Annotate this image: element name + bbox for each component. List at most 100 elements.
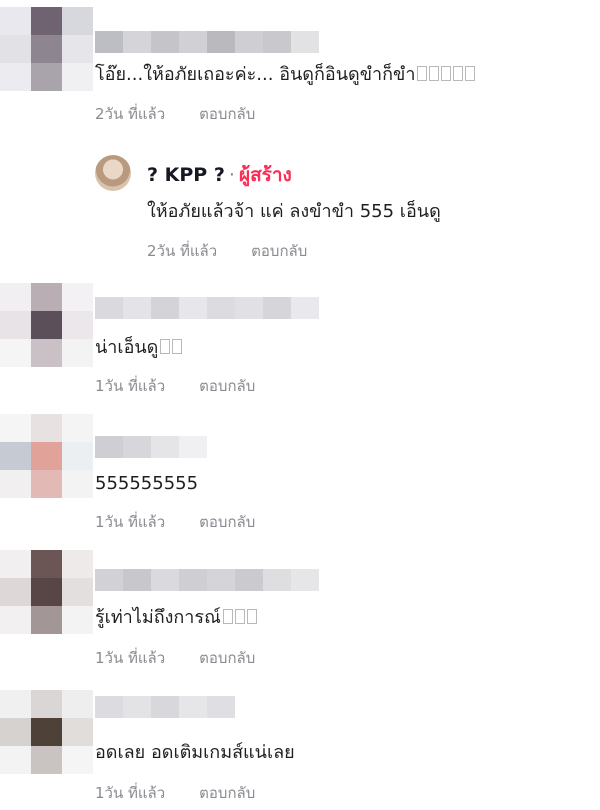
reply-time: 2วัน ที่แล้ว [147, 242, 218, 260]
creator-badge: ผู้สร้าง [238, 164, 292, 186]
avatar-pixel [31, 442, 62, 470]
name-pixel [95, 569, 123, 591]
comment-meta: 1วัน ที่แล้ว ตอบกลับ [95, 783, 255, 803]
comment-meta: 1วัน ที่แล้ว ตอบกลับ [95, 648, 255, 668]
name-pixel [179, 31, 207, 53]
reply-button[interactable]: ตอบกลับ [199, 513, 255, 531]
avatar-pixel [62, 606, 93, 634]
name-pixel [291, 297, 319, 319]
name-pixel [235, 569, 263, 591]
avatar-pixel [62, 550, 93, 578]
reply-button[interactable]: ตอบกลับ [199, 377, 255, 395]
avatar-pixel [0, 311, 31, 339]
name-pixel [263, 31, 291, 53]
avatar-pixel [0, 35, 31, 63]
avatar-pixel [31, 690, 62, 718]
avatar-pixel [0, 339, 31, 367]
emoji-placeholder-icon [160, 339, 171, 354]
avatar-pixel [62, 718, 93, 746]
avatar-pixel [0, 442, 31, 470]
name-pixel [123, 436, 151, 458]
username-pixelated[interactable] [95, 569, 319, 591]
name-suffix-glyph: ? [213, 164, 225, 186]
name-pixel [151, 569, 179, 591]
avatar-pixel [31, 414, 62, 442]
avatar-pixel [0, 690, 31, 718]
avatar-pixel [62, 578, 93, 606]
reply-button[interactable]: ตอบกลับ [251, 242, 307, 260]
name-pixel [95, 696, 123, 718]
comment-time: 1วัน ที่แล้ว [95, 784, 166, 802]
avatar-pixel [31, 339, 62, 367]
name-pixel [291, 31, 319, 53]
emoji-placeholder-icon [441, 66, 452, 81]
avatar-pixelated[interactable] [0, 550, 93, 634]
reply-meta: 2วัน ที่แล้ว ตอบกลับ [147, 241, 307, 261]
comment-text: อดเลย อดเติมเกมส์แน่เลย [95, 742, 295, 763]
avatar-pixel [31, 578, 62, 606]
emoji-placeholder-icon [465, 66, 476, 81]
name-pixel [263, 569, 291, 591]
username-pixelated[interactable] [95, 696, 235, 718]
comment-time: 1วัน ที่แล้ว [95, 377, 166, 395]
comment-time: 1วัน ที่แล้ว [95, 513, 166, 531]
avatar-pixel [0, 63, 31, 91]
name-pixel [235, 297, 263, 319]
avatar-pixelated[interactable] [0, 7, 93, 91]
comment-meta: 1วัน ที่แล้ว ตอบกลับ [95, 512, 255, 532]
name-pixel [179, 297, 207, 319]
username-pixelated[interactable] [95, 436, 207, 458]
avatar-pixel [31, 606, 62, 634]
reply-button[interactable]: ตอบกลับ [199, 784, 255, 802]
avatar-pixelated[interactable] [0, 414, 93, 498]
avatar-pixel [31, 7, 62, 35]
reply-button[interactable]: ตอบกลับ [199, 105, 255, 123]
avatar-pixelated[interactable] [0, 283, 93, 367]
reply-author[interactable]: ? KPP ? · ผู้สร้าง [147, 160, 292, 190]
emoji-placeholder-icon [246, 609, 257, 624]
name-pixel [263, 297, 291, 319]
comment-text: น่าเอ็นดู [95, 336, 183, 360]
avatar[interactable] [95, 155, 131, 191]
avatar-pixel [0, 746, 31, 774]
avatar-pixel [62, 7, 93, 35]
avatar-pixel [0, 470, 31, 498]
avatar-pixel [0, 283, 31, 311]
avatar-pixel [31, 746, 62, 774]
name-pixel [291, 569, 319, 591]
avatar-pixel [62, 339, 93, 367]
avatar-pixel [62, 414, 93, 442]
reply-text: ให้อภัยแล้วจ้า แค่ ลงขำขำ 555 เอ็นดู [147, 201, 441, 222]
comment-text: โอ๊ย...ให้อภัยเถอะค่ะ... อินดูก็อินดูขำก… [95, 63, 476, 87]
avatar-pixel [62, 311, 93, 339]
emoji-placeholder-icon [234, 609, 245, 624]
name-pixel [151, 696, 179, 718]
username-pixelated[interactable] [95, 31, 319, 53]
avatar-pixel [31, 311, 62, 339]
reply-button[interactable]: ตอบกลับ [199, 649, 255, 667]
avatar-pixel [62, 470, 93, 498]
comment-meta: 2วัน ที่แล้ว ตอบกลับ [95, 104, 255, 124]
comment-text: 555555555 [95, 473, 199, 494]
name-pixel [95, 436, 123, 458]
emoji-placeholder-icon [222, 609, 233, 624]
name-pixel [151, 31, 179, 53]
name-pixel [95, 31, 123, 53]
name-pixel [123, 31, 151, 53]
avatar-pixel [31, 35, 62, 63]
name-pixel [123, 297, 151, 319]
avatar-pixel [62, 63, 93, 91]
avatar-pixel [31, 718, 62, 746]
avatar-pixel [62, 283, 93, 311]
name-pixel [207, 31, 235, 53]
avatar-pixel [0, 550, 31, 578]
avatar-pixel [31, 283, 62, 311]
username-pixelated[interactable] [95, 297, 319, 319]
emoji-placeholder-icon [417, 66, 428, 81]
avatar-pixel [31, 470, 62, 498]
avatar-pixel [62, 442, 93, 470]
name-pixel [207, 569, 235, 591]
name-pixel [151, 436, 179, 458]
name-pixel [207, 297, 235, 319]
avatar-pixelated[interactable] [0, 690, 93, 774]
